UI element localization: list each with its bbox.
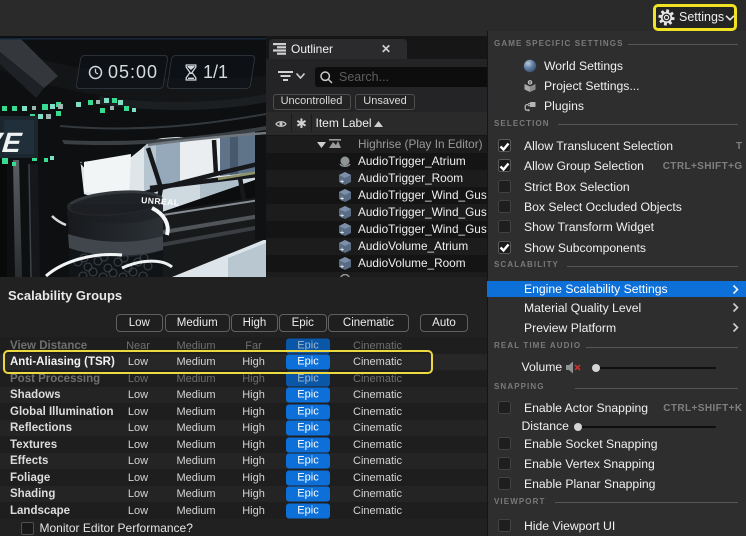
svg-text:+: + (340, 230, 344, 236)
svg-text:+: + (340, 247, 344, 253)
svg-text:VE: VE (0, 127, 24, 158)
svg-text:+: + (340, 264, 344, 270)
svg-text:+: + (340, 213, 344, 219)
svg-text:+: + (340, 179, 344, 185)
svg-text:+: + (340, 196, 344, 202)
